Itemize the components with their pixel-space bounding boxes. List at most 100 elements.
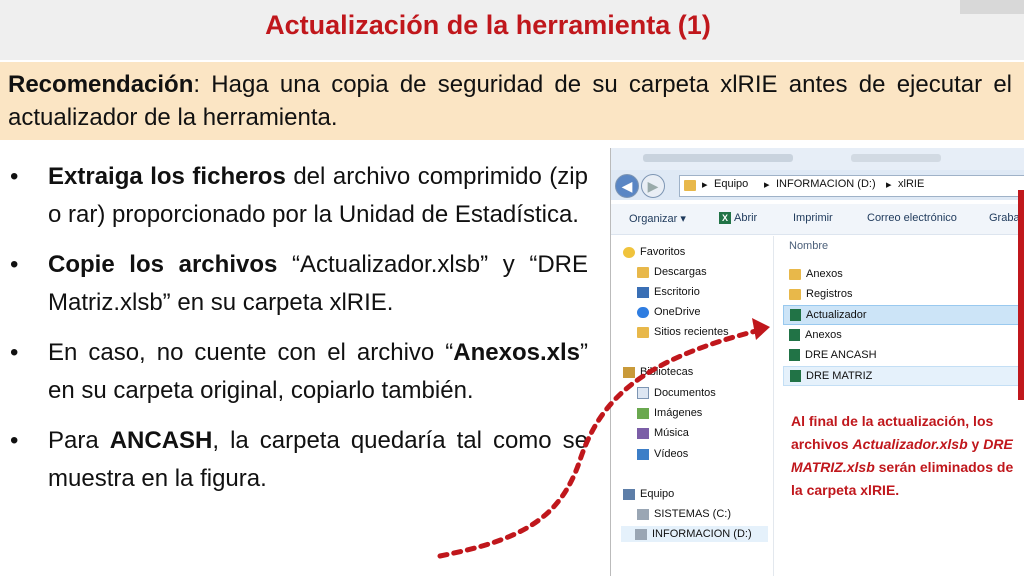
file-item[interactable]: DRE MATRIZ	[783, 366, 1024, 386]
file-item[interactable]: Actualizador	[783, 305, 1024, 325]
bullet-text-part: Copie los archivos	[48, 251, 278, 278]
nav-documents-label: Documentos	[654, 387, 716, 399]
cloud-icon	[637, 306, 649, 318]
star-icon	[623, 246, 635, 258]
folder-icon	[789, 288, 801, 300]
blurred-title	[643, 154, 793, 162]
crumb-folder[interactable]: xlRIE	[898, 178, 924, 190]
bullet-item: • Para ANCASH, la carpeta quedaría tal co…	[8, 422, 588, 498]
nav-recent-label: Sitios recientes	[654, 326, 729, 338]
nav-documents[interactable]: Documentos	[637, 387, 716, 400]
note-mid: y	[967, 436, 984, 452]
bullet-text-part: ANCASH	[109, 427, 213, 454]
nav-drive-d[interactable]: INFORMACION (D:)	[621, 526, 768, 542]
crumb-drive[interactable]: INFORMACION (D:)	[776, 178, 876, 190]
folder-icon	[637, 266, 649, 278]
explorer-titlebar	[611, 148, 1024, 170]
address-input[interactable]: ▸ Equipo ▸ INFORMACION (D:) ▸ xlRIE	[679, 175, 1024, 197]
blurred-title-2	[851, 154, 941, 162]
recommendation-text: Recomendación: Haga una copia de segurid…	[8, 68, 1012, 134]
crumb-computer[interactable]: Equipo	[714, 178, 748, 190]
file-explorer-window: ◀ ▶ ▸ Equipo ▸ INFORMACION (D:) ▸ xlRIE …	[610, 148, 1024, 576]
images-icon	[637, 407, 649, 419]
excel-file-icon	[790, 309, 801, 322]
bullet-dot: •	[10, 339, 19, 366]
file-name: Registros	[806, 288, 853, 300]
email-button[interactable]: Correo electrónico	[867, 212, 957, 224]
organize-button[interactable]: Organizar ▾	[629, 212, 686, 225]
back-arrow-icon[interactable]: ◀	[615, 174, 639, 198]
nav-desktop-label: Escritorio	[654, 286, 700, 298]
nav-drive-c[interactable]: SISTEMAS (C:)	[637, 508, 731, 520]
folder-icon	[789, 268, 801, 280]
slide-title: Actualización de la herramienta (1)	[265, 10, 711, 40]
file-item[interactable]: DRE ANCASH	[783, 346, 1024, 364]
bullet-text-part: Extraiga los ficheros	[48, 163, 286, 190]
nav-images-label: Imágenes	[654, 407, 703, 419]
navigation-pane: Favoritos Descargas Escritorio OneDrive …	[611, 236, 774, 576]
nav-downloads-label: Descargas	[654, 266, 707, 278]
recent-places-icon	[637, 326, 649, 338]
nav-drive-d-label: INFORMACION (D:)	[652, 528, 752, 540]
deletion-note: Al final de la actualización, los archiv…	[791, 410, 1021, 502]
note-file1: Actualizador.xlsb	[852, 436, 968, 452]
file-item[interactable]: Anexos	[783, 265, 1024, 283]
nav-music[interactable]: Música	[637, 427, 689, 439]
music-icon	[637, 427, 649, 439]
bullet-item: • Copie los archivos “Actualizador.xlsb” …	[8, 246, 588, 322]
bullet-dot: •	[10, 251, 19, 278]
video-icon	[637, 448, 649, 460]
libraries-icon	[623, 366, 635, 378]
open-label: Abrir	[734, 212, 758, 224]
bullet-dot: •	[10, 163, 19, 190]
folder-icon	[684, 180, 696, 191]
drive-icon	[637, 508, 649, 520]
file-name: DRE ANCASH	[805, 349, 877, 361]
file-item[interactable]: Anexos	[783, 326, 1024, 344]
excel-file-icon	[789, 329, 800, 342]
forward-arrow-icon[interactable]: ▶	[641, 174, 665, 198]
command-bar: Organizar ▾ X Abrir Imprimir Correo elect…	[611, 204, 1024, 235]
nav-downloads[interactable]: Descargas	[637, 266, 707, 278]
recommendation-box: Recomendación: Haga una copia de segurid…	[0, 62, 1024, 140]
computer-icon	[623, 488, 635, 500]
red-edge-bar	[1018, 190, 1024, 400]
recommendation-label: Recomendación	[8, 71, 194, 98]
nav-drive-c-label: SISTEMAS (C:)	[654, 508, 732, 520]
file-name: DRE MATRIZ	[806, 370, 873, 382]
nav-videos-label: Vídeos	[654, 448, 689, 460]
column-header-name[interactable]: Nombre	[789, 240, 828, 252]
bullet-text-part: En caso, no cuente con el archivo “	[48, 339, 454, 366]
open-button[interactable]: X Abrir	[719, 212, 758, 225]
address-bar: ◀ ▶ ▸ Equipo ▸ INFORMACION (D:) ▸ xlRIE	[611, 170, 1024, 200]
desktop-icon	[637, 286, 649, 298]
nav-computer[interactable]: Equipo	[623, 488, 674, 500]
bullet-list: • Extraiga los ficheros del archivo compr…	[8, 158, 588, 510]
bullet-item: • Extraiga los ficheros del archivo compr…	[8, 158, 588, 234]
file-item[interactable]: Registros	[783, 285, 1024, 303]
drive-icon	[635, 528, 647, 540]
excel-icon: X	[719, 212, 731, 225]
bullet-item: • En caso, no cuente con el archivo “Anex…	[8, 334, 588, 410]
print-button[interactable]: Imprimir	[793, 212, 833, 224]
nav-onedrive[interactable]: OneDrive	[637, 306, 700, 318]
nav-computer-label: Equipo	[640, 488, 675, 500]
nav-favorites-label: Favoritos	[640, 246, 686, 258]
bullet-text-part: Anexos.xls	[453, 339, 580, 366]
nav-videos[interactable]: Vídeos	[637, 448, 688, 460]
nav-favorites[interactable]: Favoritos	[623, 246, 685, 258]
bullet-dot: •	[10, 427, 19, 454]
crumb-sep-0: ▸	[702, 179, 708, 191]
nav-images[interactable]: Imágenes	[637, 407, 702, 419]
nav-libraries-label: Bibliotecas	[640, 366, 694, 378]
nav-music-label: Música	[654, 427, 689, 439]
file-list: Nombre Anexos Registros Actualizador Ane…	[777, 236, 1024, 576]
bullet-text-part: Para	[48, 427, 110, 454]
nav-desktop[interactable]: Escritorio	[637, 286, 700, 298]
crumb-sep-2: ▸	[886, 179, 892, 191]
nav-recent[interactable]: Sitios recientes	[637, 326, 729, 338]
excel-file-icon	[789, 349, 800, 362]
documents-icon	[637, 387, 649, 400]
nav-onedrive-label: OneDrive	[654, 306, 701, 318]
nav-libraries[interactable]: Bibliotecas	[623, 366, 693, 378]
